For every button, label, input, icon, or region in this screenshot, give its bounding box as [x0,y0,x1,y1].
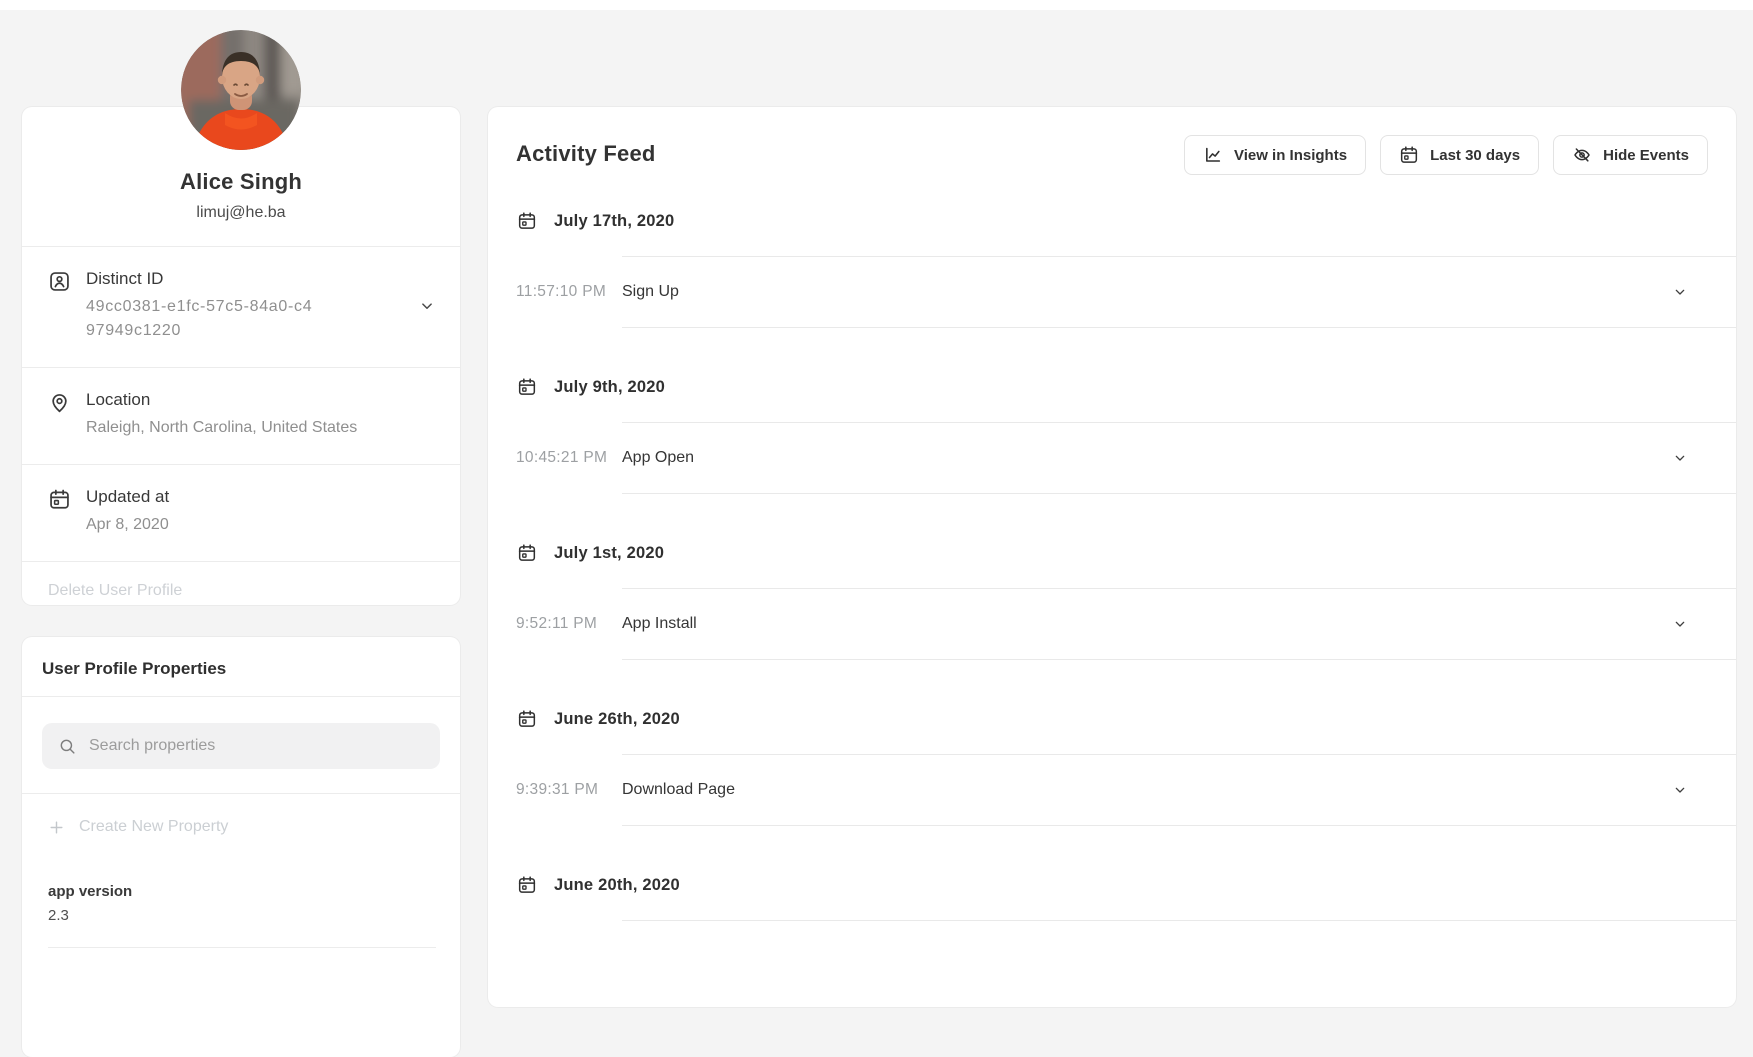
search-pill[interactable] [42,723,440,769]
event-group-date: July 1st, 2020 [554,544,664,563]
button-label: Hide Events [1603,147,1689,164]
create-new-property-label: Create New Property [79,818,228,836]
user-profile-properties-card: User Profile Properties Create New Prope… [22,637,460,1057]
event-name: Sign Up [622,283,679,301]
hide-events-button[interactable]: Hide Events [1553,135,1708,175]
chevron-down-icon[interactable] [1672,450,1688,466]
eye-off-icon [1572,145,1592,165]
field-body: Distinct ID 49cc0381-e1fc-57c5-84a0-c497… [86,269,418,343]
event-time: 9:52:11 PM [516,615,610,633]
event-group-date: June 20th, 2020 [554,876,680,895]
location-pin-icon [48,391,71,414]
search-icon [58,737,77,756]
calendar-icon [48,488,71,511]
activity-feed-card: Activity Feed View in Insights Last 30 d… [488,107,1736,1007]
property-value: 2.3 [48,907,436,924]
properties-search-section [22,696,460,793]
event-groups: July 17th, 2020 11:57:10 PM Sign Up July… [488,211,1736,921]
top-strip [0,0,1753,10]
event-list: 10:45:21 PM App Open [622,422,1736,494]
calendar-icon [517,543,537,563]
button-label: Last 30 days [1430,147,1520,164]
search-properties-input[interactable] [89,737,424,755]
event-row[interactable]: 10:45:21 PM App Open [622,423,1736,494]
event-list: 11:57:10 PM Sign Up [622,256,1736,328]
profile-card: Alice Singh limuj@he.ba Distinct ID 49cc… [22,107,460,605]
field-value: 49cc0381-e1fc-57c5-84a0-c497949c1220 [86,295,314,343]
event-name: App Install [622,615,697,633]
field-value: Raleigh, North Carolina, United States [86,416,436,440]
delete-user-profile-button[interactable]: Delete User Profile [22,561,460,624]
event-row[interactable]: 9:39:31 PM Download Page [622,755,1736,826]
button-label: View in Insights [1234,147,1347,164]
plus-icon [48,819,65,836]
last-30-days-button[interactable]: Last 30 days [1380,135,1539,175]
create-new-property-button[interactable]: Create New Property [22,793,460,866]
event-list: 9:52:11 PM App Install [622,588,1736,660]
field-location: Location Raleigh, North Carolina, United… [22,367,460,464]
line-chart-icon [1203,145,1223,165]
event-group: June 20th, 2020 [488,875,1736,921]
event-group-header: July 9th, 2020 [488,377,1736,397]
event-row[interactable]: 9:52:11 PM App Install [622,589,1736,660]
event-group-date: July 9th, 2020 [554,378,665,397]
chevron-down-icon[interactable] [1672,284,1688,300]
property-item: app version 2.3 [48,875,436,948]
field-label: Location [86,390,436,410]
field-label: Distinct ID [86,269,418,289]
activity-feed-header: Activity Feed View in Insights Last 30 d… [488,107,1736,175]
field-body: Location Raleigh, North Carolina, United… [86,390,436,440]
calendar-icon [517,875,537,895]
field-label: Updated at [86,487,436,507]
feed-actions: View in Insights Last 30 days Hide Event… [1184,135,1708,175]
event-group-date: July 17th, 2020 [554,212,674,231]
event-group: July 1st, 2020 9:52:11 PM App Install [488,543,1736,660]
view-in-insights-button[interactable]: View in Insights [1184,135,1366,175]
field-body: Updated at Apr 8, 2020 [86,487,436,537]
event-time: 10:45:21 PM [516,449,610,467]
id-badge-icon [48,270,71,293]
event-time: 11:57:10 PM [516,283,610,301]
calendar-icon [517,211,537,231]
event-group-header: July 17th, 2020 [488,211,1736,231]
field-value: Apr 8, 2020 [86,513,436,537]
chevron-down-icon[interactable] [1672,782,1688,798]
event-group-date: June 26th, 2020 [554,710,680,729]
event-group-header: July 1st, 2020 [488,543,1736,563]
event-group: July 9th, 2020 10:45:21 PM App Open [488,377,1736,494]
activity-feed-title: Activity Feed [516,135,656,167]
event-group: June 26th, 2020 9:39:31 PM Download Page [488,709,1736,826]
field-updated-at: Updated at Apr 8, 2020 [22,464,460,561]
chevron-down-icon[interactable] [418,297,436,315]
event-group-header: June 20th, 2020 [488,875,1736,895]
field-distinct-id: Distinct ID 49cc0381-e1fc-57c5-84a0-c497… [22,246,460,367]
event-time: 9:39:31 PM [516,781,610,799]
calendar-icon [1399,145,1419,165]
properties-title: User Profile Properties [22,637,460,696]
event-group-header: June 26th, 2020 [488,709,1736,729]
event-name: App Open [622,449,694,467]
property-name: app version [48,883,436,900]
event-group: July 17th, 2020 11:57:10 PM Sign Up [488,211,1736,328]
calendar-icon [517,709,537,729]
event-name: Download Page [622,781,735,799]
chevron-down-icon[interactable] [1672,616,1688,632]
avatar-image [181,30,301,150]
profile-email: limuj@he.ba [42,204,440,222]
avatar [181,30,301,150]
profile-name: Alice Singh [42,169,440,195]
event-list [622,920,1736,921]
event-list: 9:39:31 PM Download Page [622,754,1736,826]
calendar-icon [517,377,537,397]
event-row[interactable]: 11:57:10 PM Sign Up [622,257,1736,328]
